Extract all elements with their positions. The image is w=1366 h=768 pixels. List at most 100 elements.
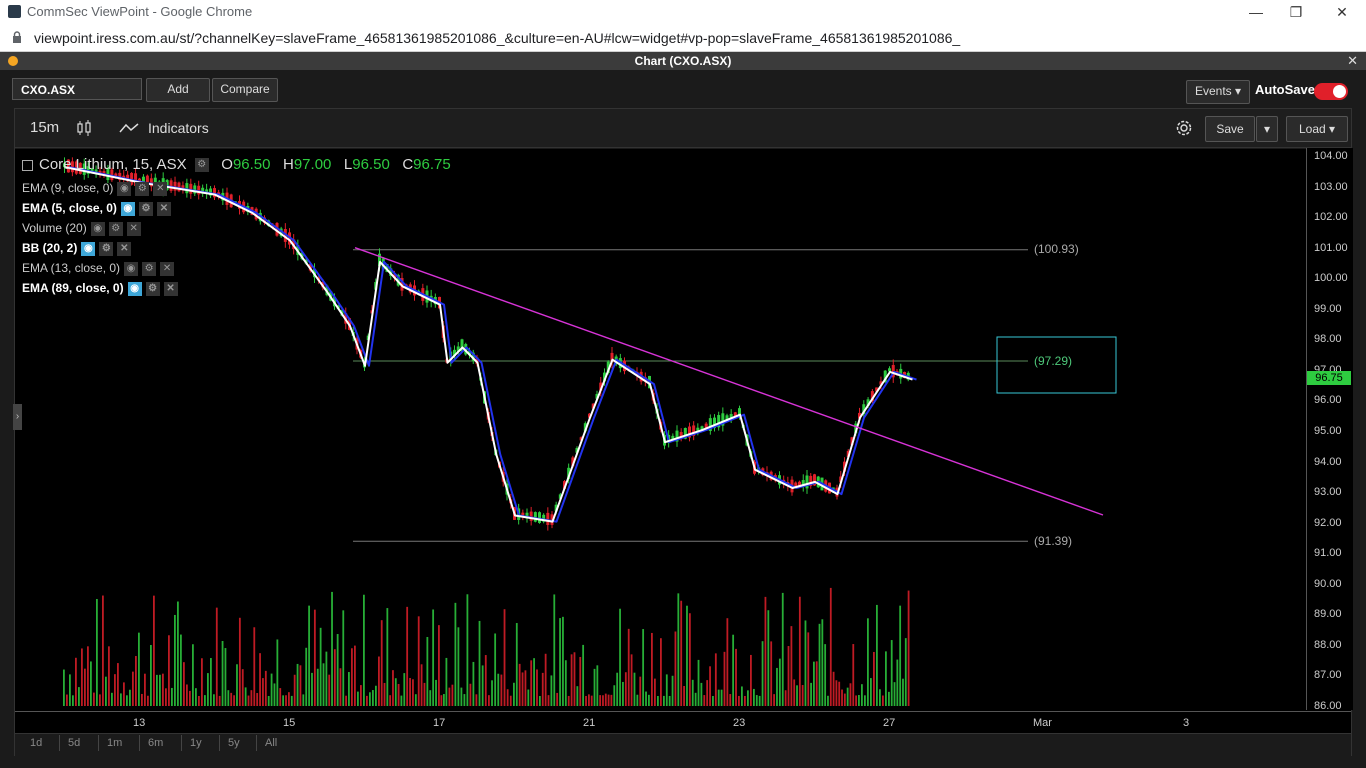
symbol-input[interactable]: CXO.ASX xyxy=(12,78,142,100)
app-menu-icon[interactable] xyxy=(8,56,18,66)
volume-bar xyxy=(706,680,709,706)
indicators-button[interactable]: Indicators xyxy=(148,120,209,136)
volume-bar xyxy=(445,657,448,706)
ema-fast-line xyxy=(64,166,913,523)
range-button-1d[interactable]: 1d xyxy=(30,737,42,749)
indicator-row[interactable]: EMA (9, close, 0) ◉ ⚙ ✕ xyxy=(22,181,168,196)
range-button-1y[interactable]: 1y xyxy=(190,737,202,749)
eye-icon[interactable]: ◉ xyxy=(81,241,96,256)
load-dropdown[interactable]: Load ▾ xyxy=(1286,116,1348,142)
side-panel-toggle[interactable]: › xyxy=(13,404,22,430)
volume-bar xyxy=(500,674,503,706)
volume-bar xyxy=(81,648,83,706)
high-label: H xyxy=(283,156,294,173)
candle-body xyxy=(888,368,891,372)
volume-bar xyxy=(596,665,599,706)
candlestick-icon[interactable] xyxy=(76,120,92,136)
gear-icon[interactable]: ⚙ xyxy=(142,261,157,276)
eye-icon[interactable]: ◉ xyxy=(90,221,105,236)
volume-bar xyxy=(138,632,140,706)
minimize-button[interactable]: — xyxy=(1236,2,1276,22)
low-value: 96.50 xyxy=(352,156,390,173)
legend-collapse-icon[interactable] xyxy=(22,159,33,171)
price-chart[interactable] xyxy=(15,148,1306,711)
volume-bar xyxy=(305,647,308,706)
save-options-dropdown[interactable]: ▾ xyxy=(1256,116,1278,142)
range-button-all[interactable]: All xyxy=(265,737,277,749)
volume-bar xyxy=(378,656,380,706)
eye-icon[interactable]: ◉ xyxy=(120,201,135,216)
events-dropdown[interactable]: Events ▾ xyxy=(1186,80,1250,104)
volume-bar xyxy=(902,678,904,706)
gear-icon[interactable] xyxy=(1174,118,1194,138)
volume-bar xyxy=(619,608,621,706)
time-axis[interactable] xyxy=(15,711,1351,734)
close-chart-icon[interactable]: ✕ xyxy=(1347,52,1358,70)
eye-icon[interactable]: ◉ xyxy=(127,281,142,296)
volume-bar xyxy=(497,673,500,706)
volume-bar xyxy=(472,661,475,706)
volume-bar xyxy=(544,653,547,706)
eye-icon[interactable]: ◉ xyxy=(117,181,132,196)
gear-icon[interactable]: ⚙ xyxy=(99,241,114,256)
eye-icon[interactable]: ◉ xyxy=(124,261,139,276)
volume-bar xyxy=(491,680,493,706)
volume-bar xyxy=(818,623,821,706)
volume-bar xyxy=(787,646,790,706)
volume-bar xyxy=(674,631,677,706)
compare-button[interactable]: Compare xyxy=(212,78,278,102)
indicator-row[interactable]: Volume (20) ◉ ⚙ ✕ xyxy=(22,221,141,236)
range-button-5y[interactable]: 5y xyxy=(228,737,240,749)
candle-body xyxy=(546,512,550,525)
range-button-6m[interactable]: 6m xyxy=(148,737,163,749)
add-button[interactable]: Add xyxy=(146,78,210,102)
volume-bar xyxy=(810,682,812,706)
volume-bar xyxy=(210,658,212,706)
gear-icon[interactable]: ⚙ xyxy=(138,201,153,216)
indicator-row[interactable]: BB (20, 2) ◉ ⚙ ✕ xyxy=(22,241,132,256)
range-button-1m[interactable]: 1m xyxy=(107,737,122,749)
indicator-row[interactable]: EMA (89, close, 0) ◉ ⚙ ✕ xyxy=(22,281,178,296)
volume-bar xyxy=(781,592,784,706)
volume-bar xyxy=(755,695,758,706)
close-icon[interactable]: ✕ xyxy=(153,181,168,196)
volume-bar xyxy=(87,646,89,706)
gear-icon[interactable]: ⚙ xyxy=(135,181,150,196)
volume-bar xyxy=(311,672,313,706)
volume-bar xyxy=(616,672,619,706)
close-icon[interactable]: ✕ xyxy=(160,261,175,276)
close-window-button[interactable]: ✕ xyxy=(1322,2,1362,22)
close-icon[interactable]: ✕ xyxy=(117,241,132,256)
close-icon[interactable]: ✕ xyxy=(156,201,171,216)
address-bar[interactable]: viewpoint.iress.com.au/st/?channelKey=sl… xyxy=(0,24,1366,52)
price-tick-label: 103.00 xyxy=(1314,180,1348,193)
gear-icon[interactable]: ⚙ xyxy=(108,221,123,236)
close-icon[interactable]: ✕ xyxy=(163,281,178,296)
volume-bar xyxy=(827,695,829,706)
gear-icon[interactable]: ⚙ xyxy=(145,281,160,296)
legend-settings-icon[interactable]: ⚙ xyxy=(194,158,209,173)
volume-bar xyxy=(494,633,497,706)
indicators-icon[interactable] xyxy=(119,122,139,134)
volume-bar xyxy=(855,695,857,706)
instrument-name: Core Lithium, 15, ASX xyxy=(39,156,187,173)
volume-bar xyxy=(824,644,827,706)
save-button[interactable]: Save xyxy=(1205,116,1255,142)
close-icon[interactable]: ✕ xyxy=(126,221,141,236)
volume-bar xyxy=(270,673,273,706)
range-separator xyxy=(219,735,220,751)
range-button-5d[interactable]: 5d xyxy=(68,737,80,749)
volume-bar xyxy=(645,691,647,706)
autosave-toggle[interactable] xyxy=(1314,83,1348,100)
indicator-label: BB (20, 2) xyxy=(22,241,78,255)
timeframe-selector[interactable]: 15m xyxy=(30,119,59,136)
indicator-row[interactable]: EMA (13, close, 0) ◉ ⚙ ✕ xyxy=(22,261,175,276)
volume-bar xyxy=(123,682,125,706)
volume-bar xyxy=(697,659,700,706)
url-text[interactable]: viewpoint.iress.com.au/st/?channelKey=sl… xyxy=(34,30,960,46)
time-tick-label: Mar xyxy=(1033,717,1052,729)
volume-bar xyxy=(186,684,188,706)
restore-button[interactable]: ❐ xyxy=(1276,2,1316,22)
indicator-row[interactable]: EMA (5, close, 0) ◉ ⚙ ✕ xyxy=(22,201,171,216)
range-bar xyxy=(15,733,1351,756)
